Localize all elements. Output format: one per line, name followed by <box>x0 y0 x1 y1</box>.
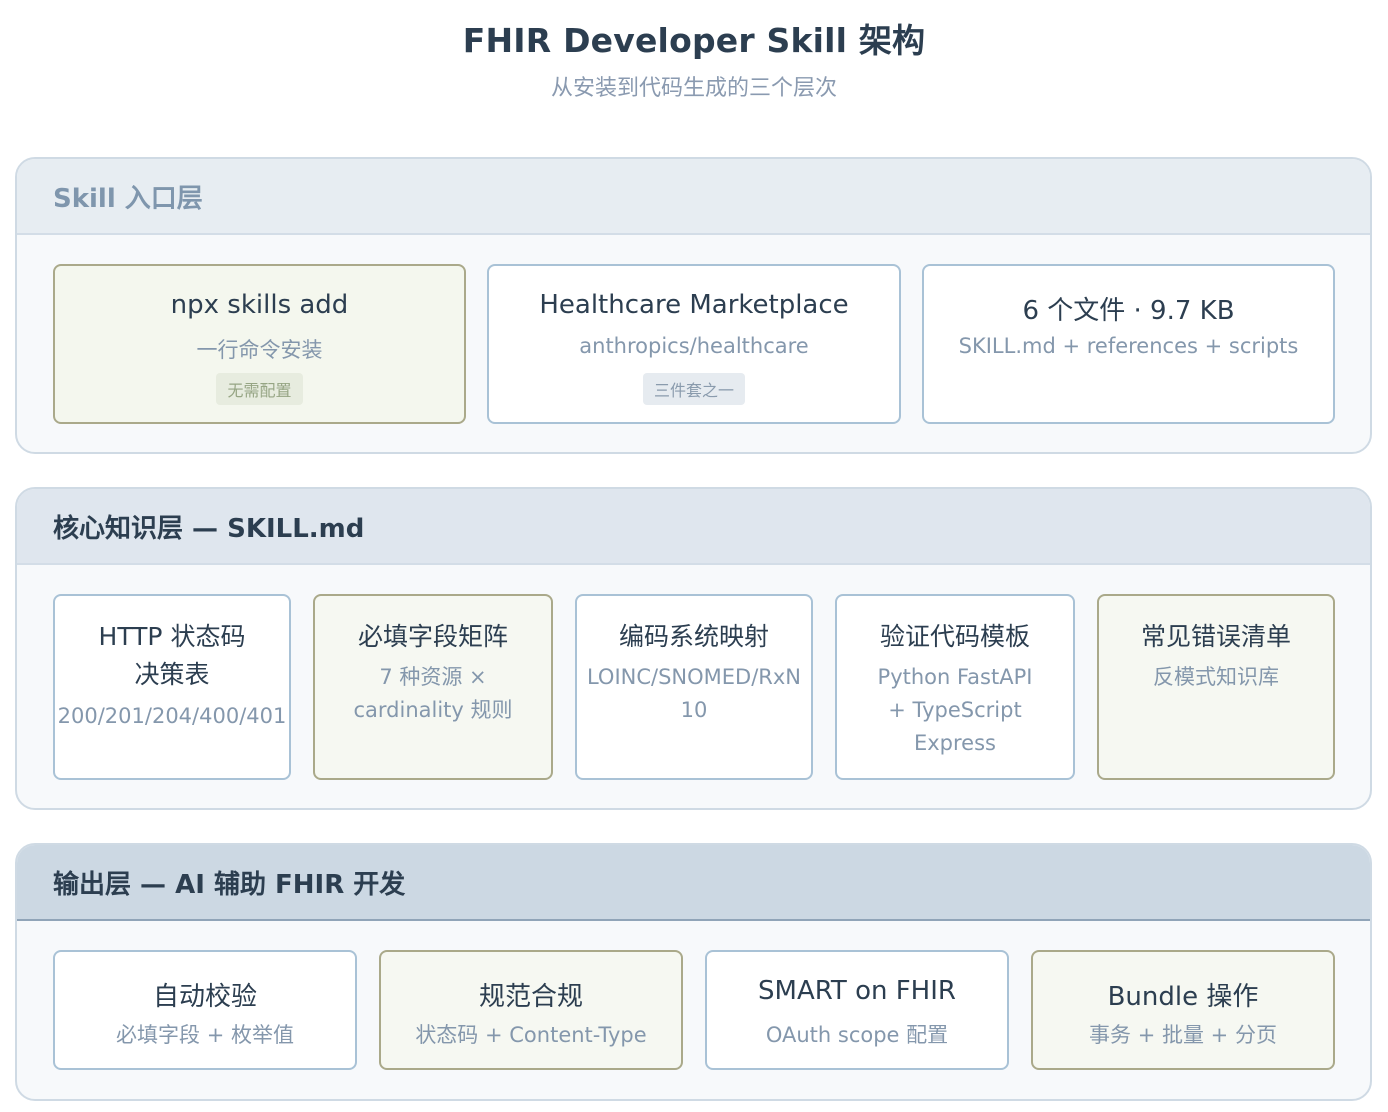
card-title: Bundle 操作 <box>1107 982 1259 1012</box>
card-validation-templates: 验证代码模板 Python FastAPI + TypeScript Expre… <box>835 594 1075 780</box>
card-http-status: HTTP 状态码 决策表 200/201/204/400/401 <box>53 594 291 780</box>
layer-entry-title: Skill 入口层 <box>53 183 203 214</box>
card-common-errors: 常见错误清单 反模式知识库 <box>1097 594 1335 780</box>
card-title: 自动校验 <box>152 982 257 1012</box>
card-subtitle: 状态码 + Content-Type <box>415 1023 647 1047</box>
card-auto-validation: 自动校验 必填字段 + 枚举值 <box>53 950 357 1070</box>
card-subtitle: 一行命令安装 <box>196 338 323 362</box>
card-title: 规范合规 <box>478 982 583 1012</box>
card-title: 编码系统映射 <box>618 622 769 651</box>
card-subtitle: Python FastAPI + TypeScript Express <box>877 665 1033 755</box>
card-compliance: 规范合规 状态码 + Content-Type <box>379 950 683 1070</box>
layer-entry-header: Skill 入口层 <box>17 159 1370 235</box>
card-subtitle: LOINC/SNOMED/RxN 10 <box>586 665 802 722</box>
tag-no-config: 无需配置 <box>216 373 303 405</box>
card-required-fields: 必填字段矩阵 7 种资源 × cardinality 规则 <box>313 594 553 780</box>
card-title: HTTP 状态码 决策表 <box>98 622 246 689</box>
card-subtitle: OAuth scope 配置 <box>765 1023 949 1047</box>
card-subtitle: 7 种资源 × cardinality 规则 <box>353 665 513 722</box>
card-title: SMART on FHIR <box>758 976 956 1006</box>
card-code-mapping: 编码系统映射 LOINC/SNOMED/RxN 10 <box>575 594 813 780</box>
card-title: npx skills add <box>170 290 349 320</box>
card-healthcare-marketplace: Healthcare Marketplace anthropics/health… <box>487 264 901 424</box>
card-six-files: 6 个文件 · 9.7 KB SKILL.md + references + s… <box>922 264 1335 424</box>
layer-output-header: 输出层 — AI 辅助 FHIR 开发 <box>17 845 1370 921</box>
tag-one-of-three: 三件套之一 <box>642 373 745 405</box>
card-title: Healthcare Marketplace <box>539 290 849 320</box>
card-title: 常见错误清单 <box>1140 622 1291 651</box>
card-subtitle: 必填字段 + 枚举值 <box>116 1023 294 1047</box>
card-title: 必填字段矩阵 <box>357 622 508 651</box>
card-subtitle: anthropics/healthcare <box>579 334 809 358</box>
page-title: FHIR Developer Skill 架构 <box>462 21 926 60</box>
layer-core-title: 核心知识层 — SKILL.md <box>53 513 365 544</box>
card-bundle-ops: Bundle 操作 事务 + 批量 + 分页 <box>1031 950 1335 1070</box>
card-subtitle: 反模式知识库 <box>1153 665 1279 689</box>
layer-core-header: 核心知识层 — SKILL.md <box>17 489 1370 565</box>
card-title: 验证代码模板 <box>879 622 1030 651</box>
card-smart-on-fhir: SMART on FHIR OAuth scope 配置 <box>705 950 1009 1070</box>
card-npx-skills-add: npx skills add 一行命令安装 无需配置 <box>53 264 466 424</box>
card-subtitle: 事务 + 批量 + 分页 <box>1089 1023 1277 1047</box>
card-subtitle: SKILL.md + references + scripts <box>958 334 1299 358</box>
card-title: 6 个文件 · 9.7 KB <box>1022 296 1235 326</box>
page-subtitle: 从安装到代码生成的三个层次 <box>550 76 837 101</box>
card-subtitle: 200/201/204/400/401 <box>57 704 287 728</box>
layer-output-title: 输出层 — AI 辅助 FHIR 开发 <box>53 869 406 900</box>
